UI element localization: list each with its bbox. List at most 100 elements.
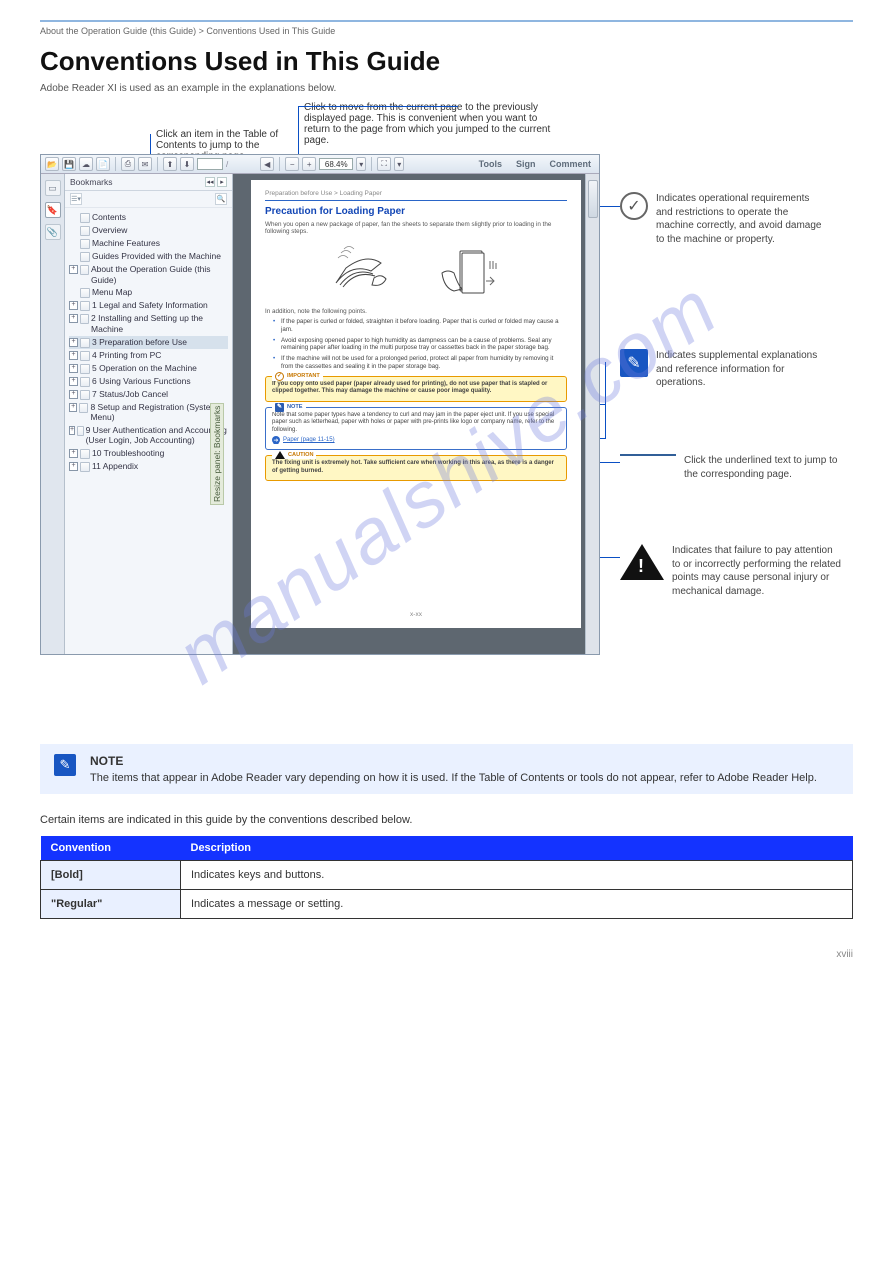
zoom-display[interactable]: 68.4% xyxy=(319,158,353,170)
callout-caution: Indicates that failure to pay attention … xyxy=(620,544,842,598)
bookmark-tab-icon[interactable]: 🔖 xyxy=(45,202,61,218)
toolbar-doc-icon[interactable]: 📄 xyxy=(96,157,110,171)
toolbar-up-icon[interactable]: ⬆ xyxy=(163,157,177,171)
note-icon: ✎ xyxy=(54,754,76,776)
sign-button[interactable]: Sign xyxy=(512,158,540,170)
bookmark-label: 4 Printing from PC xyxy=(92,350,161,361)
bookmark-item[interactable]: Contents xyxy=(69,211,228,224)
expand-icon[interactable]: + xyxy=(69,364,78,373)
toolbar-mail-icon[interactable]: ✉ xyxy=(138,157,152,171)
toolbar-fullscreen-icon[interactable]: ⛶ xyxy=(377,157,391,171)
table-header-convention: Convention xyxy=(41,836,181,861)
bookmark-item[interactable]: +5 Operation on the Machine xyxy=(69,362,228,375)
toolbar-print-icon[interactable]: ⎙ xyxy=(121,157,135,171)
toolbar-save-icon[interactable]: 💾 xyxy=(62,157,76,171)
zoom-dropdown-icon[interactable]: ▾ xyxy=(356,157,366,171)
expand-icon[interactable]: + xyxy=(69,403,77,412)
expand-icon xyxy=(69,239,78,248)
important-check-icon xyxy=(275,372,284,381)
expand-icon[interactable]: + xyxy=(69,462,78,471)
toolbar-more-icon[interactable]: ▾ xyxy=(394,157,404,171)
bookmark-item[interactable]: +10 Troubleshooting xyxy=(69,447,228,460)
bookmarks-next-icon[interactable]: ▸ xyxy=(217,177,227,187)
top-rule xyxy=(40,20,853,22)
scroll-thumb[interactable] xyxy=(588,180,598,218)
bookmark-item[interactable]: Menu Map xyxy=(69,286,228,299)
bookmark-item[interactable]: +3 Preparation before Use xyxy=(69,336,228,349)
callout-line xyxy=(605,362,606,439)
expand-icon[interactable]: + xyxy=(69,338,78,347)
bookmark-item[interactable]: +8 Setup and Registration (System Menu) xyxy=(69,401,228,424)
check-icon: ✓ xyxy=(620,192,648,220)
bookmark-label: Overview xyxy=(92,225,127,236)
toolbar-down-icon[interactable]: ⬇ xyxy=(180,157,194,171)
link-underline-icon xyxy=(620,454,676,456)
bookmark-item[interactable]: +6 Using Various Functions xyxy=(69,375,228,388)
bookmark-item[interactable]: +1 Legal and Safety Information xyxy=(69,299,228,312)
bookmark-page-icon xyxy=(80,252,90,262)
reference-link[interactable]: ➔Paper (page 11-15) xyxy=(272,436,560,444)
callout-text-important: Indicates operational requirements and r… xyxy=(656,192,826,246)
toolbar-prev-icon[interactable]: ◀ xyxy=(260,157,274,171)
callout-important: ✓ Indicates operational requirements and… xyxy=(620,192,826,246)
bookmark-item[interactable]: Machine Features xyxy=(69,237,228,250)
tools-button[interactable]: Tools xyxy=(475,158,506,170)
pdf-page: Preparation before Use > Loading Paper P… xyxy=(251,180,581,628)
expand-icon[interactable]: + xyxy=(69,377,78,386)
bookmark-item[interactable]: +11 Appendix xyxy=(69,460,228,473)
bookmark-item[interactable]: +4 Printing from PC xyxy=(69,349,228,362)
bookmark-label: 1 Legal and Safety Information xyxy=(92,300,208,311)
toolbar-zoom-out-icon[interactable]: − xyxy=(285,157,299,171)
callout-line xyxy=(298,106,458,107)
important-box: IMPORTANT If you copy onto used paper (p… xyxy=(265,376,567,402)
expand-icon[interactable]: + xyxy=(69,390,78,399)
bookmark-item[interactable]: +About the Operation Guide (this Guide) xyxy=(69,263,228,286)
bookmark-item[interactable]: Guides Provided with the Machine xyxy=(69,250,228,263)
viewer-toolbar: 📂 💾 ☁ 📄 ⎙ ✉ ⬆ ⬇ / ◀ − + 68.4% ▾ xyxy=(41,155,599,174)
expand-icon[interactable]: + xyxy=(69,301,78,310)
bookmark-item[interactable]: +2 Installing and Setting up the Machine xyxy=(69,312,228,335)
bookmark-page-icon xyxy=(80,390,90,400)
bookmarks-find-icon[interactable]: 🔍 xyxy=(215,193,227,205)
lower-note-box: ✎ NOTE The items that appear in Adobe Re… xyxy=(40,744,853,794)
comment-button[interactable]: Comment xyxy=(545,158,595,170)
expand-icon[interactable]: + xyxy=(69,265,78,274)
conventions-table: Convention Description [Bold] Indicates … xyxy=(40,836,853,919)
pdf-viewer: 📂 💾 ☁ 📄 ⎙ ✉ ⬆ ⬇ / ◀ − + 68.4% ▾ xyxy=(40,154,600,655)
table-cell: "Regular" xyxy=(41,890,181,919)
bookmarks-panel: Bookmarks ◂◂ ▸ ☰▾ 🔍 ContentsOverviewMach… xyxy=(65,174,233,654)
bookmark-label: 8 Setup and Registration (System Menu) xyxy=(90,402,228,423)
bookmarks-options-icon[interactable]: ☰▾ xyxy=(70,193,82,205)
bookmark-item[interactable]: +7 Status/Job Cancel xyxy=(69,388,228,401)
bookmark-label: 9 User Authentication and Accounting (Us… xyxy=(86,425,228,446)
callout-text-note: Indicates supplemental explanations and … xyxy=(656,349,826,390)
thumbnail-tab-icon[interactable]: ▭ xyxy=(45,180,61,196)
resize-panel-label[interactable]: Resize panel: Bookmarks xyxy=(210,403,224,505)
link-arrow-icon: ➔ xyxy=(272,436,280,444)
bookmark-item[interactable]: +9 User Authentication and Accounting (U… xyxy=(69,424,228,447)
toolbar-open-icon[interactable]: 📂 xyxy=(45,157,59,171)
callout-text-link: Click the underlined text to jump to the… xyxy=(684,454,853,481)
expand-icon[interactable]: + xyxy=(69,449,78,458)
bookmark-label: Contents xyxy=(92,212,126,223)
note-icon: ✎ xyxy=(620,349,648,377)
expand-icon[interactable]: + xyxy=(69,426,75,435)
pdf-breadcrumb: Preparation before Use > Loading Paper xyxy=(265,190,567,197)
expand-icon[interactable]: + xyxy=(69,351,78,360)
toolbar-cloud-icon[interactable]: ☁ xyxy=(79,157,93,171)
pdf-title: Precaution for Loading Paper xyxy=(265,206,567,217)
bookmark-label: 7 Status/Job Cancel xyxy=(92,389,168,400)
expand-icon[interactable]: + xyxy=(69,314,78,323)
page-number-input[interactable] xyxy=(197,158,223,170)
table-cell: [Bold] xyxy=(41,861,181,890)
bookmarks-prev-icon[interactable]: ◂◂ xyxy=(205,177,215,187)
expand-icon xyxy=(69,288,78,297)
attachment-tab-icon[interactable]: 📎 xyxy=(45,224,61,240)
bookmark-page-icon xyxy=(80,213,90,223)
bookmark-item[interactable]: Overview xyxy=(69,224,228,237)
vertical-scrollbar[interactable] xyxy=(585,174,599,654)
separator xyxy=(157,157,158,171)
toolbar-zoom-in-icon[interactable]: + xyxy=(302,157,316,171)
bookmark-label: 2 Installing and Setting up the Machine xyxy=(91,313,228,334)
caution-triangle-icon xyxy=(275,451,285,459)
